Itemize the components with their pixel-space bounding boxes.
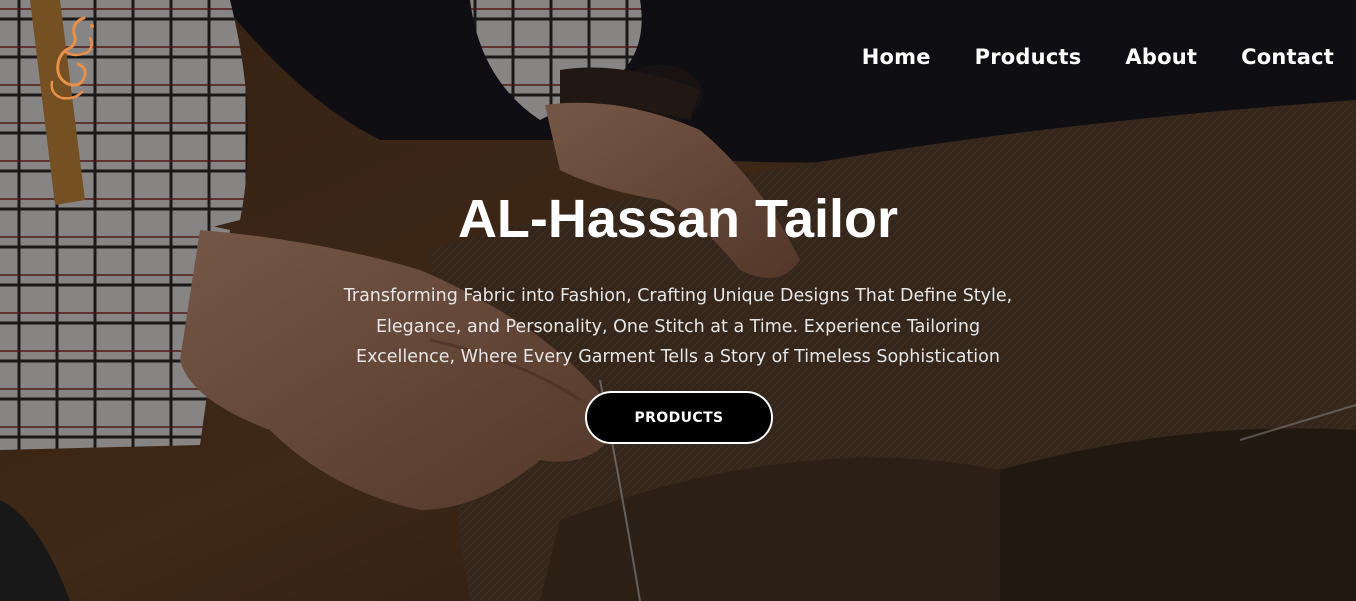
nav-link-home[interactable]: Home [862,42,931,72]
brand-logo-icon[interactable] [44,12,100,104]
main-nav: Home Products About Contact [818,42,1334,72]
hero-section: Home Products About Contact AL-Hassan Ta… [0,0,1356,601]
products-button[interactable]: PRODUCTS [585,391,773,444]
hero-title: AL-Hassan Tailor [457,189,899,249]
hero-subtitle: Transforming Fabric into Fashion, Crafti… [343,286,1013,367]
nav-link-about[interactable]: About [1125,42,1197,72]
nav-link-contact[interactable]: Contact [1241,42,1334,72]
nav-link-products[interactable]: Products [975,42,1082,72]
